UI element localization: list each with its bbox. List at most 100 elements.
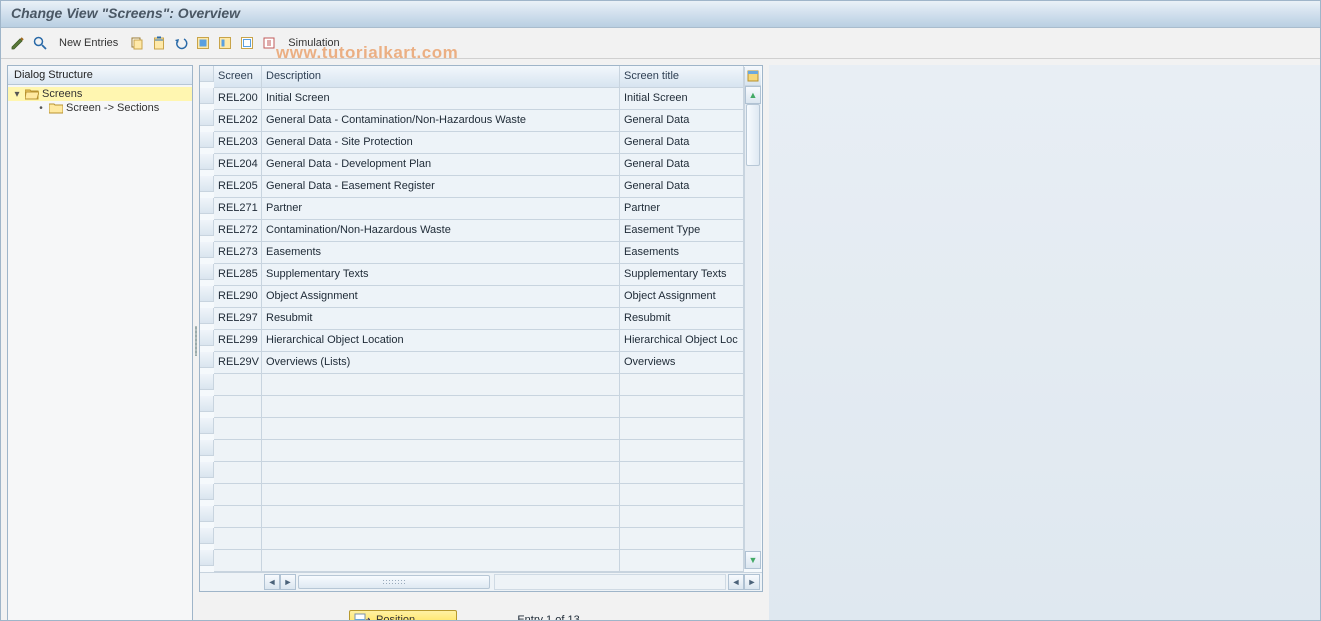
tree-node-screens[interactable]: ▾ Screens: [8, 87, 192, 101]
scroll-down-icon[interactable]: ▼: [745, 551, 761, 569]
cell-description[interactable]: [262, 550, 620, 572]
cell-description[interactable]: Easements: [262, 242, 620, 264]
hscroll-left-icon[interactable]: ◄: [264, 574, 280, 590]
cell-description[interactable]: General Data - Contamination/Non-Hazardo…: [262, 110, 620, 132]
cell-description[interactable]: Contamination/Non-Hazardous Waste: [262, 220, 620, 242]
cell-description[interactable]: Object Assignment: [262, 286, 620, 308]
cell-screen-title[interactable]: [620, 462, 744, 484]
cell-screen[interactable]: [214, 528, 262, 550]
cell-screen[interactable]: REL272: [214, 220, 262, 242]
cell-screen[interactable]: REL203: [214, 132, 262, 154]
cell-screen-title[interactable]: Easements: [620, 242, 744, 264]
delete-icon[interactable]: [150, 34, 168, 52]
cell-description[interactable]: Resubmit: [262, 308, 620, 330]
cell-screen-title[interactable]: Resubmit: [620, 308, 744, 330]
cell-screen-title[interactable]: General Data: [620, 154, 744, 176]
collapse-icon[interactable]: ▾: [12, 89, 22, 100]
row-selector[interactable]: [200, 550, 214, 566]
toggle-display-change-icon[interactable]: [9, 34, 27, 52]
cell-screen[interactable]: [214, 484, 262, 506]
cell-description[interactable]: General Data - Easement Register: [262, 176, 620, 198]
cell-screen[interactable]: [214, 396, 262, 418]
cell-screen[interactable]: [214, 418, 262, 440]
row-selector[interactable]: [200, 242, 214, 258]
cell-screen[interactable]: REL273: [214, 242, 262, 264]
row-selector[interactable]: [200, 484, 214, 500]
cell-screen-title[interactable]: [620, 484, 744, 506]
cell-screen[interactable]: REL205: [214, 176, 262, 198]
cell-screen[interactable]: [214, 374, 262, 396]
cell-screen-title[interactable]: [620, 550, 744, 572]
cell-screen-title[interactable]: [620, 374, 744, 396]
cell-screen-title[interactable]: [620, 506, 744, 528]
cell-screen-title[interactable]: Supplementary Texts: [620, 264, 744, 286]
cell-description[interactable]: Supplementary Texts: [262, 264, 620, 286]
cell-screen-title[interactable]: General Data: [620, 176, 744, 198]
cell-screen[interactable]: [214, 440, 262, 462]
row-selector-header[interactable]: [200, 66, 214, 82]
cell-screen[interactable]: REL285: [214, 264, 262, 286]
cell-screen-title[interactable]: [620, 396, 744, 418]
cell-description[interactable]: Hierarchical Object Location: [262, 330, 620, 352]
cell-screen-title[interactable]: [620, 440, 744, 462]
cell-screen[interactable]: [214, 462, 262, 484]
select-block-icon[interactable]: [216, 34, 234, 52]
col-header-description[interactable]: Description: [262, 66, 620, 88]
find-icon[interactable]: [31, 34, 49, 52]
cell-screen-title[interactable]: [620, 418, 744, 440]
cell-description[interactable]: [262, 374, 620, 396]
row-selector[interactable]: [200, 330, 214, 346]
row-selector[interactable]: [200, 110, 214, 126]
row-selector[interactable]: [200, 374, 214, 390]
position-button[interactable]: Position...: [349, 610, 457, 621]
row-selector[interactable]: [200, 264, 214, 280]
col-header-screen-title[interactable]: Screen title: [620, 66, 744, 88]
print-bc-set-icon[interactable]: [260, 34, 278, 52]
new-entries-button[interactable]: New Entries: [53, 37, 124, 49]
cell-screen[interactable]: REL204: [214, 154, 262, 176]
row-selector[interactable]: [200, 286, 214, 302]
scroll-up-icon[interactable]: ▲: [745, 86, 761, 104]
cell-screen-title[interactable]: General Data: [620, 132, 744, 154]
row-selector[interactable]: [200, 308, 214, 324]
hscroll-right2-icon[interactable]: ►: [744, 574, 760, 590]
cell-screen[interactable]: REL290: [214, 286, 262, 308]
vertical-scrollbar[interactable]: ▲ ▼: [744, 86, 761, 569]
cell-description[interactable]: General Data - Site Protection: [262, 132, 620, 154]
cell-screen[interactable]: REL271: [214, 198, 262, 220]
tree-node-screen-sections[interactable]: • Screen -> Sections: [8, 101, 192, 115]
row-selector[interactable]: [200, 154, 214, 170]
copy-as-icon[interactable]: [128, 34, 146, 52]
table-settings-icon[interactable]: [744, 67, 761, 86]
cell-screen[interactable]: REL29V: [214, 352, 262, 374]
cell-description[interactable]: [262, 440, 620, 462]
scroll-thumb[interactable]: [746, 104, 760, 166]
cell-screen[interactable]: REL202: [214, 110, 262, 132]
deselect-all-icon[interactable]: [238, 34, 256, 52]
row-selector[interactable]: [200, 176, 214, 192]
cell-description[interactable]: [262, 396, 620, 418]
cell-description[interactable]: Overviews (Lists): [262, 352, 620, 374]
cell-description[interactable]: Partner: [262, 198, 620, 220]
simulation-button[interactable]: Simulation: [282, 37, 345, 49]
cell-description[interactable]: [262, 462, 620, 484]
cell-screen[interactable]: REL200: [214, 88, 262, 110]
row-selector[interactable]: [200, 352, 214, 368]
select-all-icon[interactable]: [194, 34, 212, 52]
cell-description[interactable]: Initial Screen: [262, 88, 620, 110]
row-selector[interactable]: [200, 132, 214, 148]
cell-description[interactable]: General Data - Development Plan: [262, 154, 620, 176]
row-selector[interactable]: [200, 462, 214, 478]
cell-screen-title[interactable]: [620, 528, 744, 550]
row-selector[interactable]: [200, 88, 214, 104]
hscroll-right-icon[interactable]: ►: [280, 574, 296, 590]
cell-screen[interactable]: REL297: [214, 308, 262, 330]
row-selector[interactable]: [200, 418, 214, 434]
cell-description[interactable]: [262, 418, 620, 440]
cell-screen-title[interactable]: General Data: [620, 110, 744, 132]
row-selector[interactable]: [200, 396, 214, 412]
undo-change-icon[interactable]: [172, 34, 190, 52]
cell-description[interactable]: [262, 484, 620, 506]
cell-screen-title[interactable]: Initial Screen: [620, 88, 744, 110]
cell-description[interactable]: [262, 506, 620, 528]
